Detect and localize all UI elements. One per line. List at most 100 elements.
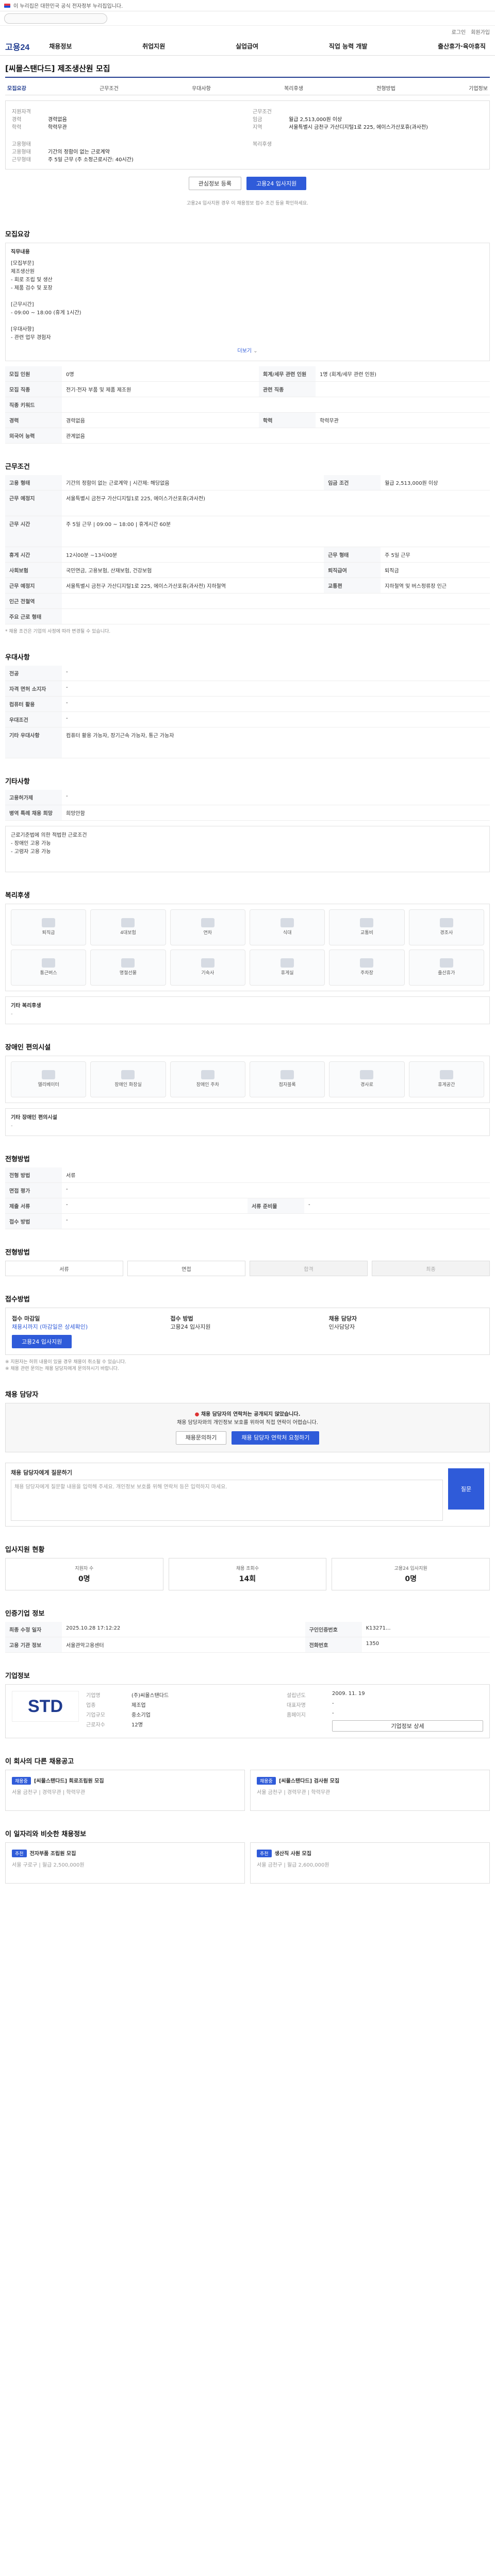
facility-label: 장애인 화장실 (114, 1082, 142, 1088)
summary-key: 경력 (12, 117, 22, 123)
signup-link[interactable]: 회원가입 (471, 28, 490, 36)
question-submit-button[interactable]: 질문 (448, 1468, 484, 1510)
table-cell: - (62, 696, 490, 712)
tab-recruit[interactable]: 모집요강 (5, 84, 28, 92)
job-card[interactable]: 채용중 [씨몰스탠다드] 검사원 모집 서울 금천구 | 경력무관 | 학력무관 (250, 1770, 490, 1811)
apply-method-value: 고용24 입사지원 (170, 1324, 211, 1330)
job-card[interactable]: 추천 전자부품 조립원 모집 서울 구로구 | 월급 2,500,000원 (5, 1842, 245, 1884)
table-header: 전공 (5, 666, 62, 681)
step-item: 최종 (372, 1261, 490, 1276)
section-title: 이 회사의 다른 채용공고 (5, 1758, 74, 1766)
facility-item: 장애인 화장실 (90, 1061, 166, 1097)
table-cell: 퇴직금 (381, 562, 490, 578)
gnb-employment-support[interactable]: 취업지원 (138, 42, 169, 50)
section-title: 채용 담당자 (5, 1391, 39, 1399)
question-input[interactable]: 채용 담당자에게 질문할 내용을 입력해 주세요. 개인정보 보호를 위해 연락… (11, 1480, 443, 1521)
table-row: 병역 특례 채용 희망 희망안함 (5, 805, 490, 821)
company-detail-button[interactable]: 기업정보 상세 (332, 1720, 483, 1732)
contact-request-button[interactable]: 채용 담당자 연락처 요청하기 (232, 1431, 320, 1445)
apply-button-secondary[interactable]: 고용24 입사지원 (12, 1335, 72, 1348)
job-card-sub: 서울 금천구 | 월급 2,600,000원 (257, 1862, 329, 1868)
table-row: 근무 예정지 서울특별시 금천구 가산디지털1로 225, 에이스가산포휴(과사전… (5, 578, 490, 594)
login-link[interactable]: 로그인 (452, 28, 466, 36)
gnb-parental-leave[interactable]: 출산휴가·육아휴직 (434, 42, 490, 50)
summary-value: 기간의 정함이 없는 근로계약 (48, 149, 110, 155)
tab-welfare[interactable]: 복리후생 (282, 84, 305, 92)
table-row: 휴게 시간 12시00분 ~13시00분 근무 형태 주 5일 근무 (5, 547, 490, 563)
tab-selection[interactable]: 전형방법 (374, 84, 398, 92)
table-row: 전형 방법 서류 (5, 1167, 490, 1183)
facility-item: 엘리베이터 (11, 1061, 87, 1097)
top-search-input[interactable] (4, 13, 107, 24)
company-label: 대표자명 (287, 1703, 306, 1708)
table-header: 근무 시간 (5, 516, 62, 547)
apply-contact: 채용 담당자 인사담당자 (329, 1314, 483, 1331)
prefer-table: 전공 - 자격 면허 소지자 - 컴퓨터 활용 - 우대조건 - 기타 우대사항 컴퓨터 … (5, 666, 490, 758)
apply-card: 접수 마감일 채용시까지 (마감일은 상세확인) 접수 방법 고용24 입사지원… (5, 1308, 490, 1355)
welfare-label: 연차 (203, 930, 212, 936)
table-header: 회계/세무 관련 인원 (259, 366, 316, 382)
welfare-label: 주차장 (360, 970, 373, 976)
summary-row: 복리후생 (253, 140, 483, 147)
history-section: 인증기업 정보 최종 수정 일자 2025.10.28 17:12:22 구인인증번… (0, 1596, 495, 1658)
table-header: 사회보험 (5, 562, 62, 578)
tab-company[interactable]: 기업정보 (467, 84, 490, 92)
table-header: 기타 우대사항 (5, 727, 62, 758)
table-header: 경력 (5, 412, 62, 428)
section-title: 장애인 편의시설 (5, 1044, 51, 1052)
table-cell (62, 593, 490, 609)
gnb-vocational-training[interactable]: 직업 능력 개발 (325, 42, 372, 50)
apply-button[interactable]: 고용24 입사지원 (246, 177, 307, 190)
logo[interactable]: 고용24 (5, 40, 29, 53)
table-cell: - (62, 1182, 490, 1198)
other-section: 기타사항 고용허가제 - 병역 특례 채용 희망 희망안함 근로기준법에 의한 적법… (0, 764, 495, 877)
table-row: 사회보험 국민연금, 고용보험, 산재보험, 건강보험 퇴직급여 퇴직금 (5, 562, 490, 578)
company-value: 제조업 (131, 1703, 146, 1708)
table-row: 면접 평가 - (5, 1182, 490, 1198)
table-row: 인근 전철역 (5, 593, 490, 609)
table-header: 임금 조건 (324, 475, 381, 490)
company-label: 설립년도 (287, 1693, 306, 1699)
contact-section: 채용 담당자 ● 채용 담당자의 연락처는 공개되지 않았습니다. 채용 담당자… (0, 1377, 495, 1458)
tab-prefer[interactable]: 우대사항 (190, 84, 213, 92)
table-header: 고용 형태 (5, 475, 62, 490)
stat-label: 지원자 수 (75, 1566, 94, 1571)
welfare-item: 4대보험 (90, 909, 166, 945)
table-header: 고용 기관 정보 (5, 1637, 62, 1653)
contact-alert-body: 채용 담당자와의 개인정보 보호를 위하여 직접 연락이 어렵습니다. (177, 1420, 318, 1426)
welfare-label: 경조사 (440, 930, 453, 936)
summary-row: 경력 경력없음 (12, 115, 242, 123)
table-header: 퇴직급여 (324, 562, 381, 578)
table-cell (62, 397, 490, 413)
job-card[interactable]: 추천 생산직 사원 모집 서울 금천구 | 월급 2,600,000원 (250, 1842, 490, 1884)
table-header: 자격 면허 소지자 (5, 681, 62, 697)
more-link[interactable]: 더보기 ⌄ (11, 347, 484, 355)
footer-space (0, 1889, 495, 1920)
gnb-jobs[interactable]: 채용정보 (45, 42, 76, 50)
table-cell: 희망안함 (62, 805, 490, 821)
apply-method-label: 접수 방법 (170, 1315, 193, 1322)
table-cell: - (62, 1213, 490, 1229)
welfare-item: 기숙사 (170, 950, 245, 986)
welfare-item: 주차장 (329, 950, 405, 986)
summary-value: 주 5일 근무 (주 소정근로시간: 40시간) (48, 157, 134, 163)
summary-row: 지역 서울특별시 금천구 가산디지털1로 225, 에이스가산포휴(과사전) (253, 123, 483, 130)
scrap-button[interactable]: 관심정보 등록 (188, 177, 241, 190)
section-title: 전형방법 (5, 1156, 30, 1163)
gnb-unemployment-benefit[interactable]: 실업급여 (232, 42, 262, 50)
disability-icons: 엘리베이터 장애인 화장실 장애인 주차 점자블록 경사로 휴게공간 (11, 1061, 484, 1097)
table-cell: - (62, 1198, 248, 1214)
tab-condition[interactable]: 근무조건 (97, 84, 121, 92)
summary-value: 경력없음 (48, 117, 67, 123)
apply-period: 접수 마감일 채용시까지 (마감일은 상세확인) (12, 1314, 166, 1331)
company-value: 2009. 11. 19 (332, 1691, 365, 1697)
contact-inquiry-button[interactable]: 채용문의하기 (175, 1431, 227, 1445)
summary-value: 월급 2,513,000원 이상 (289, 117, 342, 123)
detail-text: [모집부문] 제조생산원 - 회로 조립 및 생산 - 제품 검수 및 포장 [… (11, 261, 81, 341)
step-label: 서류 (59, 1266, 69, 1273)
job-card[interactable]: 채용중 [씨몰스탠다드] 회로조립원 모집 서울 금천구 | 경력무관 | 학력무… (5, 1770, 245, 1811)
company-label: 근로자수 (86, 1722, 105, 1728)
table-cell: 1350 (361, 1637, 490, 1653)
stat-value: 14회 (239, 1575, 256, 1583)
table-header: 컴퓨터 활용 (5, 696, 62, 712)
